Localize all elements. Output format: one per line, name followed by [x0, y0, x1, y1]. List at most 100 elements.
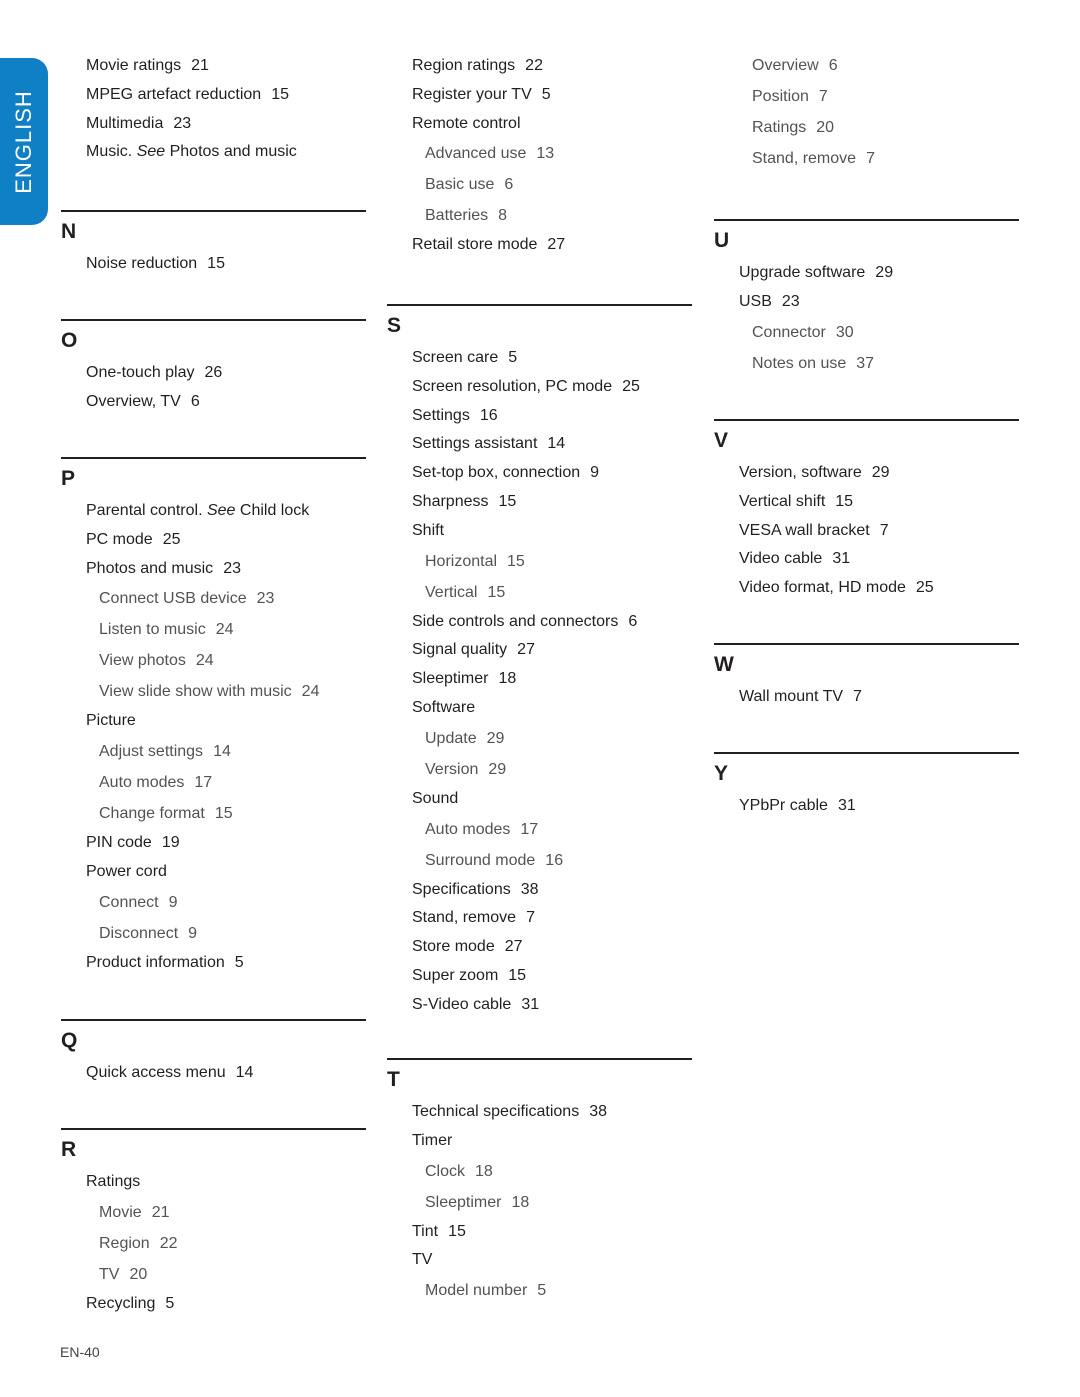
- index-section-v: V Version, software 29 Vertical shift 15 VESA…: [714, 419, 1019, 603]
- page-ref: 7: [879, 521, 889, 539]
- entry-text: Screen care: [412, 349, 499, 366]
- index-subentry: Surround mode 16: [387, 845, 692, 876]
- entry-text: S-Video cable: [412, 995, 512, 1013]
- section-letter: T: [387, 1068, 400, 1091]
- index-subentry: Clock 18: [387, 1156, 692, 1187]
- entry-text: Stand, remove: [752, 150, 857, 167]
- index-entry: Shift: [387, 517, 692, 546]
- index-entry: TV: [387, 1246, 692, 1275]
- index-subentry: Auto modes 17: [61, 767, 366, 798]
- page-ref: 6: [828, 57, 838, 74]
- index-subentry: Notes on use 37: [714, 348, 1019, 379]
- index-subentry: Listen to music 24: [61, 614, 366, 645]
- index-entry: Region ratings 22: [387, 52, 692, 81]
- entry-text: VESA wall bracket: [739, 521, 870, 539]
- index-section-p: P Parental control. See Child lock PC mode…: [61, 457, 366, 978]
- index-entry: Quick access menu 14: [61, 1059, 366, 1088]
- index-entry: PIN code 19: [61, 829, 366, 858]
- page-ref: 5: [508, 349, 518, 366]
- entry-text: Picture: [86, 712, 136, 730]
- index-subentry: View slide show with music 24: [61, 676, 366, 707]
- entry-text: Retail store mode: [412, 236, 538, 254]
- entry-text: Sleeptimer: [412, 670, 489, 688]
- entry-text: TV: [99, 1265, 120, 1283]
- page-ref: 5: [165, 1294, 175, 1312]
- index-entry: Version, software 29: [714, 459, 1019, 488]
- entry-text: Noise reduction: [86, 255, 198, 272]
- entry-text: Signal quality: [412, 641, 508, 659]
- entry-text: Multimedia: [86, 114, 164, 132]
- entry-text: Store mode: [412, 938, 495, 956]
- index-entry: Settings 16: [387, 402, 692, 431]
- page-ref: 30: [835, 323, 854, 341]
- entry-text: TV: [412, 1251, 433, 1269]
- entry-text: Ratings: [86, 1173, 141, 1190]
- index-subentry: Adjust settings 14: [61, 736, 366, 767]
- index-subentry: Update 29: [387, 723, 692, 754]
- index-entry: MPEG artefact reduction 15: [61, 81, 366, 110]
- index-entry: Video cable 31: [714, 545, 1019, 574]
- language-tab: ENGLISH: [0, 58, 48, 225]
- page-ref: 15: [207, 255, 225, 272]
- page-ref: 23: [781, 292, 800, 310]
- section-divider: [61, 1019, 366, 1021]
- section-letter: N: [61, 220, 77, 243]
- entry-text: Parental control.: [86, 502, 203, 519]
- section-divider: [61, 457, 366, 459]
- index-subentry: Disconnect 9: [61, 918, 366, 949]
- page-ref: 14: [547, 435, 566, 453]
- index-entry: Wall mount TV 7: [714, 683, 1019, 712]
- entry-text: Region ratings: [412, 57, 516, 74]
- index-entry: VESA wall bracket 7: [714, 517, 1019, 546]
- entry-text: Version: [425, 760, 479, 778]
- index-entry: Power cord: [61, 858, 366, 887]
- page-ref: 6: [190, 392, 200, 410]
- index-entry: One-touch play 26: [61, 359, 366, 388]
- section-letter: Q: [61, 1029, 78, 1052]
- page-ref: 15: [498, 492, 517, 510]
- index-subentry: Batteries 8: [387, 200, 692, 231]
- page-ref: 5: [541, 85, 551, 103]
- page-ref: 9: [188, 924, 198, 942]
- entry-text: Sleeptimer: [425, 1193, 502, 1211]
- entry-text: Product information: [86, 953, 225, 971]
- index-subentry: Sleeptimer 18: [387, 1187, 692, 1218]
- index-entry: Multimedia 23: [61, 110, 366, 139]
- index-entry: Video format, HD mode 25: [714, 574, 1019, 603]
- page-ref: 14: [213, 743, 231, 761]
- entry-text: Movie: [99, 1203, 142, 1221]
- entry-text: Adjust settings: [99, 743, 204, 761]
- page-ref: 7: [526, 909, 535, 927]
- entry-text: Side controls and connectors: [412, 612, 619, 630]
- index-section-s: S Screen care 5 Screen resolution, PC mode 2…: [387, 304, 692, 1020]
- page-ref: 21: [151, 1203, 170, 1221]
- page-ref: 17: [194, 774, 213, 792]
- index-entry: Recycling 5: [61, 1290, 366, 1319]
- index-subentry: Connector 30: [714, 317, 1019, 348]
- page-ref: 6: [504, 176, 514, 194]
- entry-text: Power cord: [86, 862, 167, 880]
- index-entry: Upgrade software 29: [714, 259, 1019, 288]
- page-ref: 23: [223, 559, 241, 577]
- page-ref: 16: [479, 406, 498, 424]
- entry-text: Disconnect: [99, 924, 179, 942]
- page-ref: 31: [521, 995, 540, 1013]
- index-subentry: Advanced use 13: [387, 138, 692, 169]
- section-letter: O: [61, 329, 78, 352]
- page-ref: 18: [511, 1193, 530, 1211]
- section-letter: V: [714, 429, 729, 452]
- section-divider: [61, 210, 366, 212]
- see-target: Child lock: [239, 502, 310, 519]
- entry-text: Technical specifications: [412, 1103, 580, 1120]
- index-entry: Photos and music 23: [61, 555, 366, 584]
- index-entry: Noise reduction 15: [61, 250, 366, 279]
- page-ref: 25: [162, 530, 181, 548]
- entry-text: Register your TV: [412, 85, 532, 103]
- index-subentry: Model number 5: [387, 1275, 692, 1306]
- index-entry: Sharpness 15: [387, 488, 692, 517]
- page-ref: 25: [915, 579, 934, 597]
- entry-text: Timer: [412, 1131, 453, 1149]
- entry-text: Super zoom: [412, 966, 499, 984]
- entry-text: Position: [752, 88, 809, 105]
- page-ref: 26: [204, 364, 223, 381]
